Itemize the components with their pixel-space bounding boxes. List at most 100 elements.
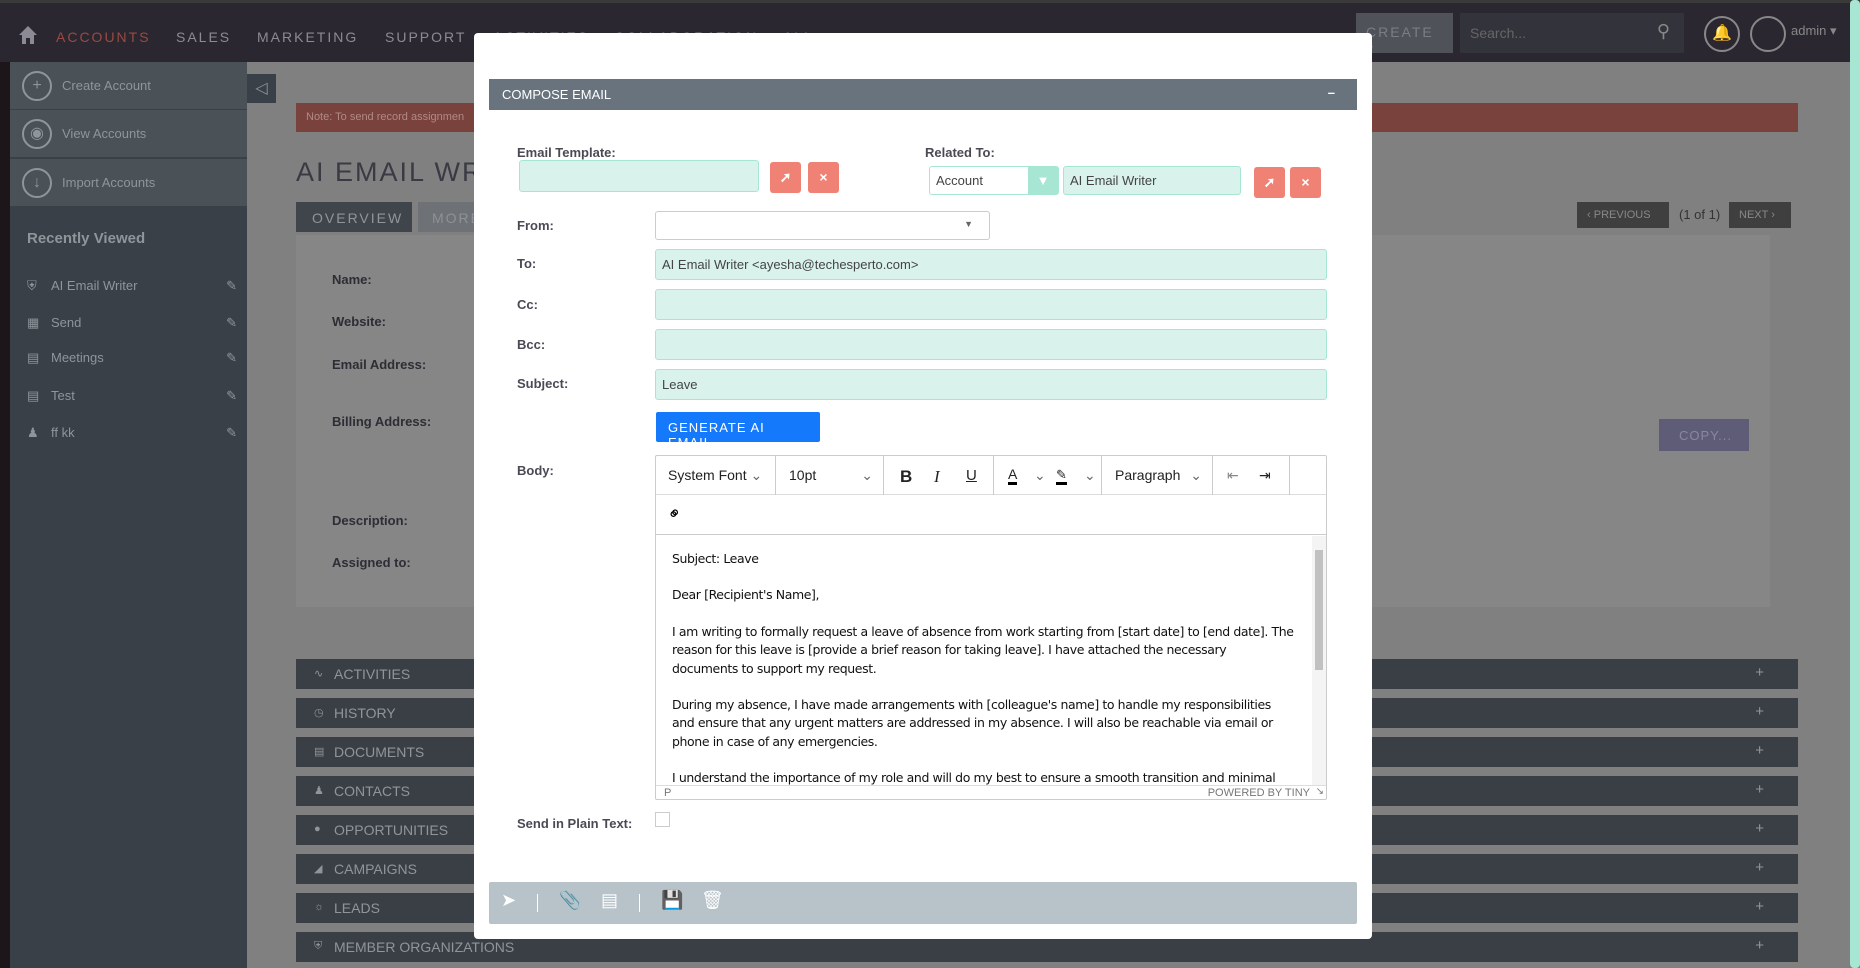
select-template-button[interactable]: ➚	[770, 162, 801, 193]
nav-support[interactable]: SUPPORT	[385, 29, 466, 45]
font-size-select[interactable]: 10pt ⌄	[776, 456, 884, 495]
email-template-input[interactable]	[519, 160, 759, 192]
copy-button[interactable]: COPY...	[1659, 419, 1749, 451]
related-type-select[interactable]: Account ▼	[929, 166, 1059, 195]
person-icon: ♟	[27, 425, 39, 440]
create-label: CREATE	[1366, 24, 1434, 40]
generate-ai-email-button[interactable]: GENERATE AI EMAIL	[656, 412, 820, 450]
expand-icon[interactable]: +	[1755, 859, 1764, 876]
expand-icon[interactable]: +	[1755, 937, 1764, 954]
block-format-value: Paragraph	[1115, 467, 1181, 483]
shield-icon: ⛨	[27, 278, 37, 293]
bcc-input[interactable]	[655, 329, 1327, 360]
attachment-icon[interactable]: 📎	[559, 890, 581, 911]
email-template-label: Email Template:	[517, 145, 616, 160]
chevron-down-icon: ⌄	[1190, 467, 1202, 483]
plain-text-label: Send in Plain Text:	[517, 816, 633, 831]
recent-label: Test	[51, 388, 75, 403]
tab-overview[interactable]: OVERVIEW	[296, 202, 412, 232]
action-label: Create Account	[62, 78, 151, 93]
pencil-icon[interactable]: ✎	[226, 425, 237, 441]
recent-item[interactable]: ▦ Send ✎	[27, 315, 237, 331]
chevron-down-icon[interactable]: ⌄	[1084, 467, 1096, 484]
body-paragraph: I understand the importance of my role a…	[672, 770, 1276, 785]
send-icon[interactable]: ➤	[501, 890, 516, 911]
bold-icon[interactable]: B	[900, 467, 912, 487]
previous-button[interactable]: ‹ PREVIOUS	[1577, 202, 1669, 228]
expand-icon[interactable]: +	[1755, 742, 1764, 759]
body-paragraph: Dear [Recipient's Name],	[672, 587, 820, 603]
nav-sales[interactable]: SALES	[176, 29, 231, 45]
recent-item[interactable]: ⛨ AI Email Writer ✎	[27, 278, 237, 294]
from-select[interactable]: ▼	[655, 211, 990, 240]
expand-icon[interactable]: +	[1755, 703, 1764, 720]
chevron-down-icon[interactable]: ⌄	[1034, 467, 1046, 484]
attach-document-icon[interactable]: ▤	[601, 890, 618, 911]
shield-icon: ⛨	[314, 940, 323, 952]
plain-text-checkbox[interactable]	[655, 812, 670, 827]
resize-handle-icon[interactable]: ↘	[1316, 786, 1324, 797]
save-draft-icon[interactable]: 💾	[661, 890, 683, 911]
cc-input[interactable]	[655, 289, 1327, 320]
cursor-arrow-icon: ➚	[1263, 174, 1276, 190]
editor-content[interactable]: Subject: Leave Dear [Recipient's Name], …	[656, 536, 1310, 785]
label-billing: Billing Address:	[332, 414, 432, 429]
download-icon: ↓	[22, 168, 52, 198]
recent-item[interactable]: ▤ Meetings ✎	[27, 350, 237, 366]
expand-icon[interactable]: +	[1755, 820, 1764, 837]
outdent-icon[interactable]: ⇤	[1227, 467, 1239, 484]
notification-bell-icon[interactable]: 🔔	[1704, 16, 1740, 52]
compose-email-modal: COMPOSE EMAIL – Email Template: ➚ × Rela…	[474, 33, 1372, 939]
panel-title: CAMPAIGNS	[334, 861, 417, 877]
nav-accounts[interactable]: ACCOUNTS	[56, 29, 151, 45]
scroll-thumb[interactable]	[1315, 550, 1323, 670]
expand-icon[interactable]: +	[1755, 664, 1764, 681]
clear-template-button[interactable]: ×	[808, 162, 839, 193]
user-menu[interactable]: admin ▾	[1791, 23, 1837, 39]
nav-marketing[interactable]: MARKETING	[257, 29, 358, 45]
indent-icon[interactable]: ⇥	[1259, 467, 1271, 484]
label-email: Email Address:	[332, 357, 427, 372]
pencil-icon[interactable]: ✎	[226, 350, 237, 366]
related-record-input[interactable]: AI Email Writer	[1063, 166, 1241, 195]
expand-icon[interactable]: +	[1755, 781, 1764, 798]
home-icon[interactable]	[18, 25, 38, 45]
pencil-icon[interactable]: ✎	[226, 278, 237, 294]
leads-icon: ☼	[314, 901, 325, 913]
link-icon[interactable]: ⚭	[663, 502, 687, 526]
pencil-icon[interactable]: ✎	[226, 388, 237, 404]
block-format-select[interactable]: Paragraph ⌄	[1102, 456, 1213, 495]
body-paragraph: During my absence, I have made arrangeme…	[672, 697, 1273, 749]
select-related-button[interactable]: ➚	[1254, 167, 1285, 198]
pencil-icon[interactable]: ✎	[226, 315, 237, 331]
view-accounts-action[interactable]: ◉ View Accounts	[10, 110, 247, 158]
italic-icon[interactable]: I	[934, 467, 940, 487]
search-input[interactable]: Search... ⚲	[1460, 13, 1684, 53]
subject-input[interactable]: Leave	[655, 369, 1327, 400]
recent-label: ff kk	[51, 425, 75, 440]
create-account-action[interactable]: + Create Account	[10, 62, 247, 110]
user-avatar-icon[interactable]	[1750, 16, 1786, 52]
search-icon[interactable]: ⚲	[1657, 21, 1670, 42]
to-input[interactable]: AI Email Writer <ayesha@techesperto.com>	[655, 249, 1327, 280]
expand-icon[interactable]: +	[1755, 898, 1764, 915]
cc-label: Cc:	[517, 297, 538, 312]
text-color-icon[interactable]: A	[1008, 467, 1018, 485]
import-accounts-action[interactable]: ↓ Import Accounts	[10, 159, 247, 207]
format-group: B I U	[884, 456, 994, 495]
sidebar-collapse-button[interactable]: ◁	[247, 74, 276, 103]
next-button[interactable]: NEXT ›	[1729, 202, 1791, 228]
trash-icon[interactable]: 🗑	[701, 890, 724, 911]
underline-icon[interactable]: U	[966, 467, 977, 484]
font-family-select[interactable]: System Font ⌄	[656, 456, 776, 495]
highlight-color-icon[interactable]: ✎	[1056, 467, 1067, 485]
clear-related-button[interactable]: ×	[1290, 167, 1321, 198]
powered-by-tiny[interactable]: POWERED BY TINY	[1208, 787, 1310, 799]
editor-scrollbar[interactable]	[1312, 536, 1326, 785]
minimize-button[interactable]: –	[1328, 85, 1335, 100]
next-label: NEXT	[1739, 209, 1769, 221]
page-scrollbar[interactable]	[1850, 0, 1860, 968]
document-icon: ▤	[27, 350, 40, 365]
recent-item[interactable]: ▤ Test ✎	[27, 388, 237, 404]
recent-item[interactable]: ♟ ff kk ✎	[27, 425, 237, 441]
